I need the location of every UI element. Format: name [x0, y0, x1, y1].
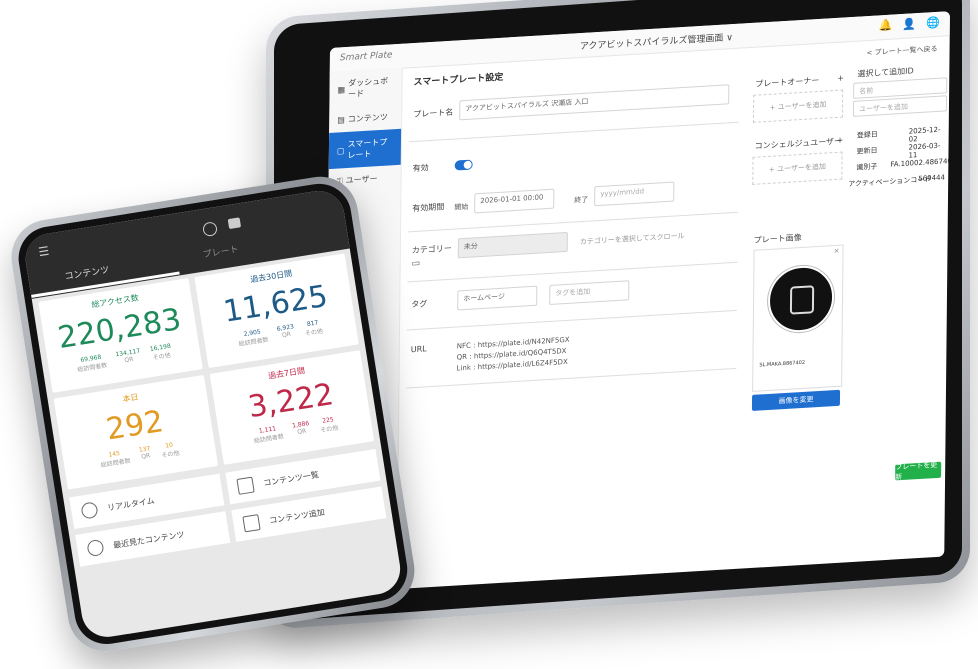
- concierge-plus-icon[interactable]: +: [837, 135, 844, 144]
- start-label: 開始: [454, 202, 469, 212]
- category-hint: カテゴリーを選択してスクロール: [579, 231, 685, 247]
- stat-sub-caption: その他: [319, 424, 339, 435]
- action-label: 最近見たコンテンツ: [112, 529, 186, 550]
- divider: [408, 211, 739, 233]
- settings-icon[interactable]: [201, 221, 219, 238]
- plate-caption: SL.MAKA.8867402: [759, 359, 806, 369]
- plate-name-input[interactable]: アクアビットスパイラルズ 沢瀬店 入口: [459, 84, 730, 121]
- identifier-label: 識別子: [856, 162, 878, 172]
- plate-icon: ▢: [336, 145, 345, 156]
- start-date-input[interactable]: 2026-01-01 00:00: [474, 188, 555, 214]
- plate-image-card: × SL.MAKA.8867402: [752, 244, 844, 392]
- stat-card-30days: 過去30日間 11,625 2,905 総訪問者数 6,923 QR 817 その他: [194, 253, 359, 369]
- sidebar-item-dashboard[interactable]: ▦ ダッシュボード: [329, 68, 401, 108]
- stat-card-today: 本日 292 145 総訪問者数 137 QR 10 その他: [53, 374, 219, 490]
- add-owner-button[interactable]: + ユーザーを追加: [752, 89, 844, 123]
- globe-icon[interactable]: 🌐: [926, 16, 940, 30]
- back-to-plate-list-link[interactable]: < プレート一覧へ戻る: [866, 44, 937, 58]
- identifier-value: FA.10002.4867402: [890, 156, 950, 169]
- action-label: コンテンツ追加: [268, 507, 326, 525]
- app-logo[interactable]: Smart Plate: [340, 50, 393, 63]
- sidebar-item-label: ダッシュボード: [348, 76, 389, 99]
- tablet-icon: ▭: [411, 258, 421, 270]
- sidebar-item-smart-plate[interactable]: ▢ スマートプレート: [328, 128, 402, 170]
- stat-card-total: 総アクセス数 220,283 69,968 総訪問者数 134,117 QR 16,…: [38, 278, 203, 393]
- document-icon: ▤: [337, 115, 345, 125]
- change-image-button[interactable]: 画像を変更: [751, 389, 841, 411]
- dashboard-icon: ▦: [337, 84, 346, 95]
- action-label: リアルタイム: [106, 495, 156, 513]
- plate-image-label: プレート画像: [753, 232, 802, 245]
- tag-select[interactable]: ホームページ: [457, 285, 538, 311]
- plate-settings-form: プレート名 アクアビットスパイラルズ 沢瀬店 入口 有効 有効期間 開始 202…: [406, 76, 739, 396]
- phone-screen: ☰ コンテンツ プレート 総アクセス数 220,283 69,968 総訪問者数 …: [22, 187, 404, 641]
- user-icon[interactable]: 👤: [902, 17, 916, 31]
- category-select[interactable]: 未分: [457, 231, 568, 259]
- page-title: スマートプレート設定: [413, 72, 504, 89]
- plate-image: [767, 264, 835, 334]
- owner-plus-icon[interactable]: +: [837, 73, 844, 82]
- divider: [408, 121, 739, 143]
- plate-side-panel: プレートオーナー + + ユーザーを追加 選択して追加ID 名前 ユーザーを追加…: [749, 63, 950, 481]
- select-id-label: 選択して追加ID: [857, 66, 914, 79]
- bell-icon[interactable]: 🔔: [879, 19, 893, 33]
- url-label: URL: [410, 344, 427, 355]
- plate-name-label: プレート名: [413, 107, 454, 120]
- concierge-label: コンシェルジュユーザー: [754, 136, 843, 151]
- registered-label: 登録日: [856, 130, 878, 140]
- action-label: コンテンツ一覧: [262, 469, 320, 488]
- updated-label: 更新日: [856, 146, 878, 156]
- divider: [406, 309, 737, 331]
- phone-device: ☰ コンテンツ プレート 総アクセス数 220,283 69,968 総訪問者数 …: [6, 171, 420, 657]
- menu-icon[interactable]: ☰: [37, 244, 50, 260]
- document-icon: [236, 476, 255, 495]
- category-label: カテゴリー: [411, 243, 452, 256]
- stat-sub-caption: その他: [161, 449, 180, 460]
- owner-user-input[interactable]: ユーザーを追加: [852, 95, 948, 117]
- divider: [407, 261, 738, 283]
- window-title[interactable]: アクアビットスパイラルズ管理画面 ∨: [580, 30, 733, 52]
- add-document-icon: [242, 514, 261, 533]
- tab-contents[interactable]: コンテンツ: [64, 262, 110, 282]
- stat-sub-caption: QR: [140, 452, 151, 461]
- add-concierge-button[interactable]: + ユーザーを追加: [752, 151, 843, 185]
- stat-card-7days: 過去7日間 3,222 1,111 総訪問者数 1,886 QR 225 その他: [209, 350, 375, 465]
- activation-value: 569444: [918, 173, 946, 184]
- period-label: 有効期間: [412, 202, 445, 214]
- sidebar-item-label: スマートプレート: [347, 137, 388, 160]
- enabled-label: 有効: [412, 163, 429, 174]
- history-icon: [86, 538, 105, 558]
- stat-sub-caption: その他: [152, 351, 172, 362]
- card-icon[interactable]: [227, 217, 242, 230]
- tag-label: タグ: [411, 299, 428, 310]
- end-label: 終了: [574, 195, 589, 205]
- close-icon[interactable]: ×: [834, 247, 840, 255]
- sidebar-item-label: コンテンツ: [347, 112, 388, 124]
- tab-plate[interactable]: プレート: [202, 242, 239, 261]
- end-date-input[interactable]: yyyy/mm/dd: [594, 181, 675, 207]
- update-plate-button[interactable]: プレートを更新: [895, 461, 942, 481]
- enabled-toggle[interactable]: [454, 159, 473, 171]
- tablet-screen: Smart Plate アクアビットスパイラルズ管理画面 ∨ 🔔 👤 🌐 ▦ ダ…: [324, 11, 950, 594]
- tag-input[interactable]: タグを追加: [549, 280, 630, 305]
- owner-label: プレートオーナー: [755, 75, 820, 89]
- top-icons: 🔔 👤 🌐: [879, 16, 940, 33]
- stat-sub-caption: その他: [304, 327, 324, 338]
- clock-icon: [80, 501, 99, 520]
